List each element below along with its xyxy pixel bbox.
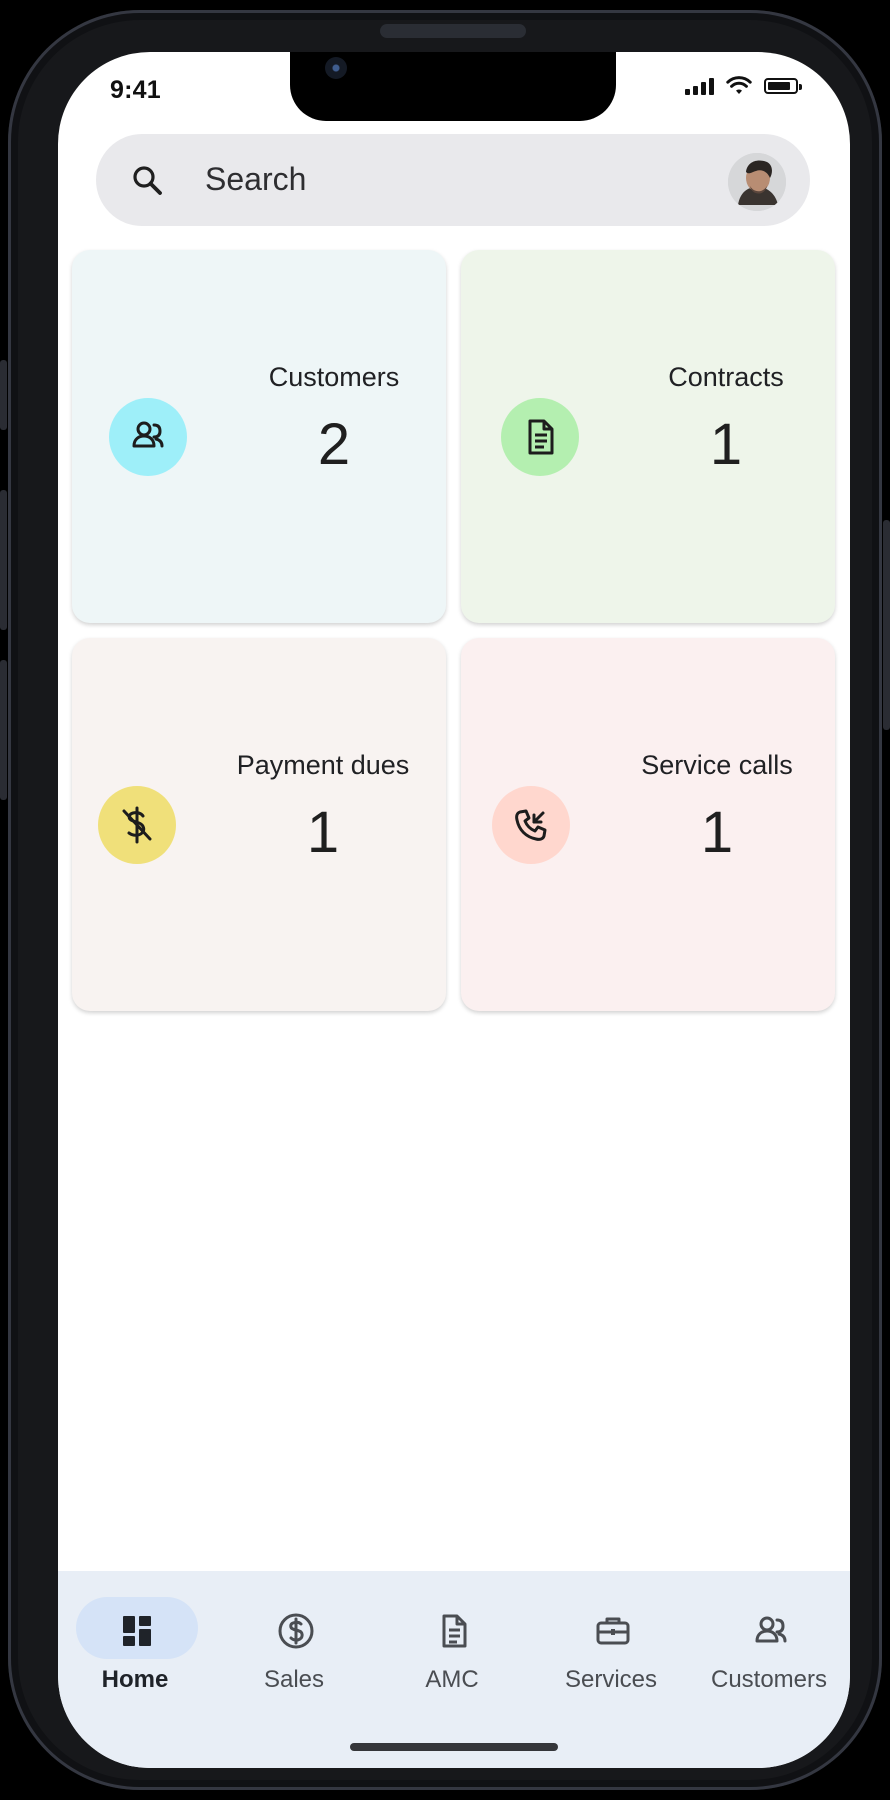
document-icon <box>501 398 579 476</box>
phone-frame: 9:41 Search Customers 2 Contracts 1 Paym… <box>8 10 882 1790</box>
status-icons <box>685 76 802 96</box>
incoming-call-icon <box>492 786 570 864</box>
status-time: 9:41 <box>110 76 161 104</box>
contracts-card-count: 1 <box>709 412 743 477</box>
service-calls-card-title: Service calls <box>641 750 793 780</box>
search-label: Search <box>205 161 307 197</box>
dollar-circle-icon <box>278 1613 314 1649</box>
nav-services-label: Services <box>564 1666 658 1693</box>
device-volume-down-button <box>0 660 7 800</box>
search-bar[interactable]: Search <box>96 134 810 226</box>
avatar-image <box>728 153 786 211</box>
device-side-button <box>0 360 7 430</box>
front-camera <box>325 57 347 79</box>
nav-amc-label: AMC <box>425 1666 479 1693</box>
payment-dues-card-title: Payment dues <box>236 750 410 780</box>
nav-home[interactable]: Home <box>60 1597 210 1705</box>
contracts-card-title: Contracts <box>668 362 784 392</box>
service-calls-card[interactable]: Service calls 1 <box>461 638 835 1011</box>
battery-icon <box>764 78 802 94</box>
nav-customers[interactable]: Customers <box>694 1597 844 1705</box>
no-dollar-icon <box>98 786 176 864</box>
search-icon[interactable] <box>130 163 164 197</box>
nav-sales-label: Sales <box>263 1666 325 1693</box>
nav-services[interactable]: Services <box>536 1597 686 1705</box>
payment-dues-card[interactable]: Payment dues 1 <box>72 638 446 1011</box>
users-icon <box>755 1616 787 1643</box>
wifi-icon <box>726 76 752 94</box>
payment-dues-card-count: 1 <box>306 800 340 865</box>
customers-card-title: Customers <box>268 362 400 392</box>
phone-screen: 9:41 Search Customers 2 Contracts 1 Paym… <box>58 52 850 1768</box>
bottom-navigation: Home Sales AMC Services Customers <box>58 1571 850 1768</box>
briefcase-icon <box>596 1617 630 1645</box>
service-calls-card-count: 1 <box>700 800 734 865</box>
nav-sales[interactable]: Sales <box>219 1597 369 1705</box>
dashboard-icon <box>123 1616 151 1646</box>
users-icon <box>109 398 187 476</box>
nav-amc[interactable]: AMC <box>377 1597 527 1705</box>
avatar[interactable] <box>728 153 786 211</box>
device-power-button <box>883 520 890 730</box>
customers-card[interactable]: Customers 2 <box>72 250 446 623</box>
speaker-grille <box>380 24 526 38</box>
nav-home-label: Home <box>101 1666 169 1693</box>
contracts-card[interactable]: Contracts 1 <box>461 250 835 623</box>
signal-icon <box>685 77 714 95</box>
home-indicator[interactable] <box>350 1743 558 1751</box>
nav-customers-label: Customers <box>710 1666 828 1693</box>
document-icon <box>442 1614 467 1648</box>
device-volume-up-button <box>0 490 7 630</box>
customers-card-count: 2 <box>317 412 351 477</box>
